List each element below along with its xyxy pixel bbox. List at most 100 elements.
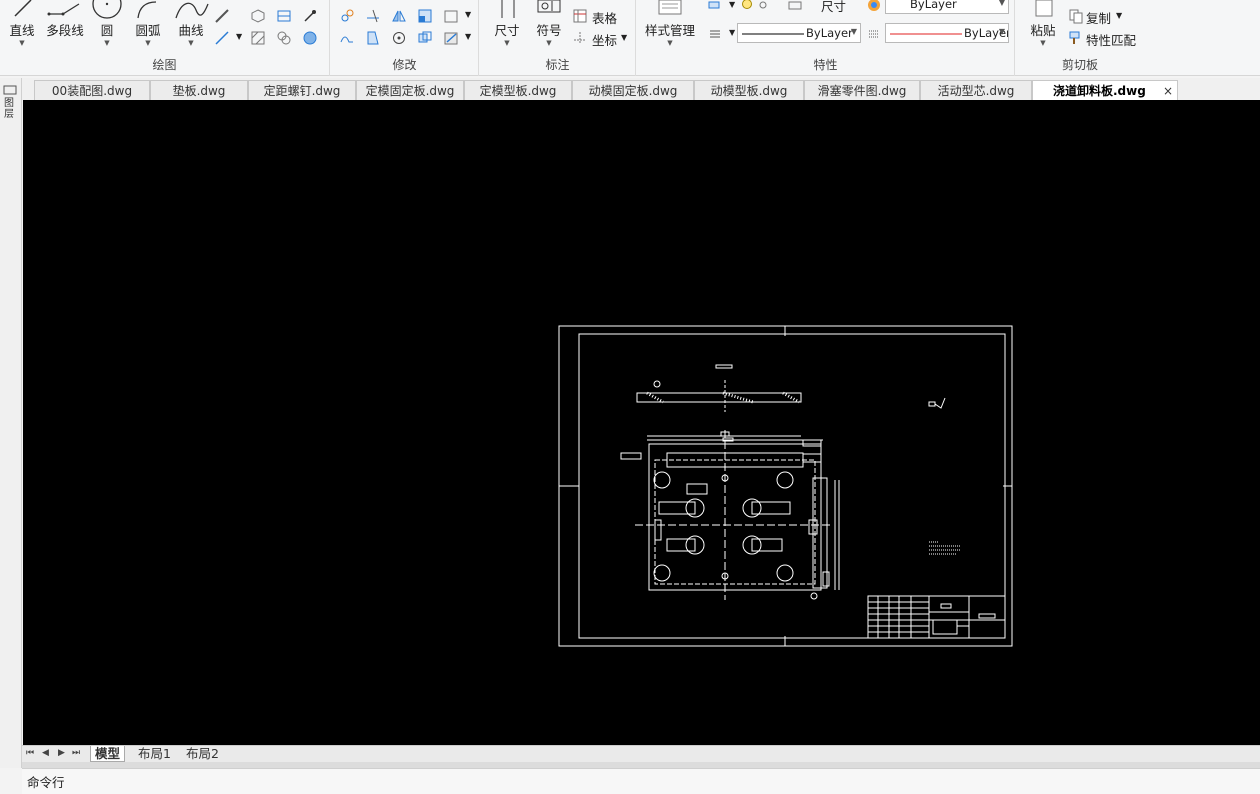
annotation-panel: 尺寸 ▼ 符号 ▼ 表格 坐标 ▼ 标注: [480, 0, 636, 76]
sun-icon[interactable]: [755, 0, 771, 14]
layout-tab-model[interactable]: 模型: [90, 746, 126, 762]
prev-layout-icon[interactable]: ◀: [42, 748, 49, 758]
first-layout-icon[interactable]: ⏮: [26, 748, 34, 758]
offset-icon[interactable]: [365, 30, 381, 46]
style-manager-label: 样式管理: [644, 23, 695, 38]
command-line[interactable]: 命令行: [22, 768, 1260, 794]
circle-button[interactable]: 圆 ▼: [90, 0, 124, 47]
list-icon[interactable]: [707, 26, 723, 42]
point-icon[interactable]: [302, 8, 318, 24]
chevron-down-icon: ▼: [1040, 39, 1046, 47]
table-icon[interactable]: [276, 8, 292, 24]
linetype-combo[interactable]: ByLayer ▼: [737, 23, 861, 43]
file-tab[interactable]: 定距螺钉.dwg: [248, 80, 356, 100]
file-tab[interactable]: 滑塞零件图.dwg: [804, 80, 920, 100]
copy-icon[interactable]: [1068, 8, 1084, 24]
style-manager-button[interactable]: 样式管理 ▼: [641, 0, 699, 47]
chevron-down-icon[interactable]: ▼: [465, 10, 471, 19]
layout-tab-layout1[interactable]: 布局1: [134, 746, 175, 762]
chevron-down-icon: ▼: [104, 39, 110, 47]
coordinate-icon[interactable]: [572, 30, 588, 46]
coordinate-label[interactable]: 坐标: [592, 30, 617, 49]
file-tab[interactable]: 活动型芯.dwg: [920, 80, 1032, 100]
file-tab[interactable]: 动模固定板.dwg: [572, 80, 694, 100]
circle-icon: [92, 0, 122, 19]
printer-icon[interactable]: [787, 0, 803, 14]
dimension-button[interactable]: 尺寸 ▼: [490, 0, 524, 47]
chevron-down-icon[interactable]: ▼: [729, 0, 735, 9]
hexagon-icon[interactable]: [250, 8, 266, 24]
construction-line-icon[interactable]: [214, 30, 230, 46]
last-layout-icon[interactable]: ⏭: [72, 748, 80, 758]
command-line-label: 命令行: [27, 775, 65, 790]
curve-label: 曲线: [178, 23, 204, 38]
chevron-down-icon[interactable]: ▼: [465, 32, 471, 41]
trim-icon[interactable]: [365, 8, 381, 24]
dimension-icon: [501, 0, 515, 18]
mirror-icon[interactable]: [391, 8, 407, 24]
file-tab-label: 滑塞零件图.dwg: [817, 84, 907, 98]
chevron-down-icon[interactable]: ▼: [1116, 11, 1122, 20]
boundary-icon[interactable]: [276, 30, 292, 46]
copy-object-icon[interactable]: [339, 8, 355, 24]
file-tab-active[interactable]: 浇道卸料板.dwg ×: [1032, 80, 1178, 101]
color-combo[interactable]: ByLayer ▼: [885, 0, 1009, 14]
chevron-down-icon[interactable]: ▼: [236, 32, 242, 41]
layer-panel-icon[interactable]: [3, 84, 19, 96]
chevron-down-icon[interactable]: ▼: [729, 28, 735, 37]
color-wheel-icon[interactable]: [866, 0, 882, 13]
file-tab-label: 垫板.dwg: [172, 84, 226, 98]
line-button[interactable]: 直线 ▼: [4, 0, 40, 47]
modify-panel: ▼ ▼ 修改: [331, 0, 479, 76]
paste-button[interactable]: 粘贴 ▼: [1024, 0, 1062, 47]
sheet-inner-border: [578, 333, 1006, 639]
circle-label: 圆: [100, 23, 114, 38]
match-properties-label[interactable]: 特性匹配: [1086, 30, 1136, 49]
hatch-icon[interactable]: [250, 30, 266, 46]
close-icon[interactable]: ×: [1163, 81, 1173, 101]
file-tab[interactable]: 垫板.dwg: [150, 80, 248, 100]
modify-panel-title: 修改: [392, 58, 417, 72]
chevron-down-icon[interactable]: ▼: [621, 33, 627, 42]
file-tab-label: 定距螺钉.dwg: [263, 84, 341, 98]
ray-icon[interactable]: [214, 8, 230, 24]
drawing-canvas[interactable]: [23, 100, 1260, 745]
polyline-label: 多段线: [46, 23, 84, 38]
left-side-panel: 图层: [0, 78, 22, 768]
next-layout-icon[interactable]: ▶: [58, 748, 65, 758]
layout-tab-layout2[interactable]: 布局2: [182, 746, 223, 762]
arc-icon: [137, 1, 157, 19]
symbol-icon: [537, 0, 561, 13]
table-label[interactable]: 表格: [592, 8, 617, 27]
lightbulb-icon[interactable]: [739, 0, 755, 14]
join-icon[interactable]: [417, 30, 433, 46]
region-icon[interactable]: [302, 30, 318, 46]
lineweight-icon[interactable]: [866, 26, 882, 42]
polyline-button[interactable]: 多段线: [44, 0, 86, 39]
rotate-icon[interactable]: [391, 30, 407, 46]
stretch-icon[interactable]: [339, 30, 355, 46]
file-tab[interactable]: 定模型板.dwg: [464, 80, 572, 100]
rectangle-array-icon[interactable]: [443, 8, 459, 24]
lineweight-combo[interactable]: ByLayer ▼: [885, 23, 1009, 43]
file-tab[interactable]: 定模固定板.dwg: [356, 80, 464, 100]
chevron-down-icon: ▼: [145, 39, 151, 47]
edit-polyline-icon[interactable]: [443, 30, 459, 46]
curve-button[interactable]: 曲线 ▼: [172, 0, 210, 47]
layer-manager-icon[interactable]: [707, 0, 723, 16]
layer-panel-label[interactable]: 图层: [4, 98, 18, 120]
linetype-preview-line: [742, 33, 804, 35]
arc-button[interactable]: 圆弧 ▼: [130, 0, 166, 47]
cad-drawing: [558, 325, 1013, 647]
linetype-combo-value: ByLayer: [806, 26, 853, 40]
file-tab[interactable]: 00装配图.dwg: [34, 80, 150, 100]
copy-label[interactable]: 复制: [1086, 8, 1111, 27]
layout-tab-bar: ⏮ ◀ ▶ ⏭ 模型 布局1 布局2: [22, 745, 1260, 762]
symbol-button[interactable]: 符号 ▼: [532, 0, 566, 47]
scale-icon[interactable]: [417, 8, 433, 24]
layer-value[interactable]: 尺寸: [821, 0, 846, 15]
match-properties-icon[interactable]: [1068, 30, 1084, 46]
table-icon[interactable]: [572, 8, 588, 24]
file-tab[interactable]: 动模型板.dwg: [694, 80, 804, 100]
file-tab-label: 00装配图.dwg: [51, 84, 133, 98]
